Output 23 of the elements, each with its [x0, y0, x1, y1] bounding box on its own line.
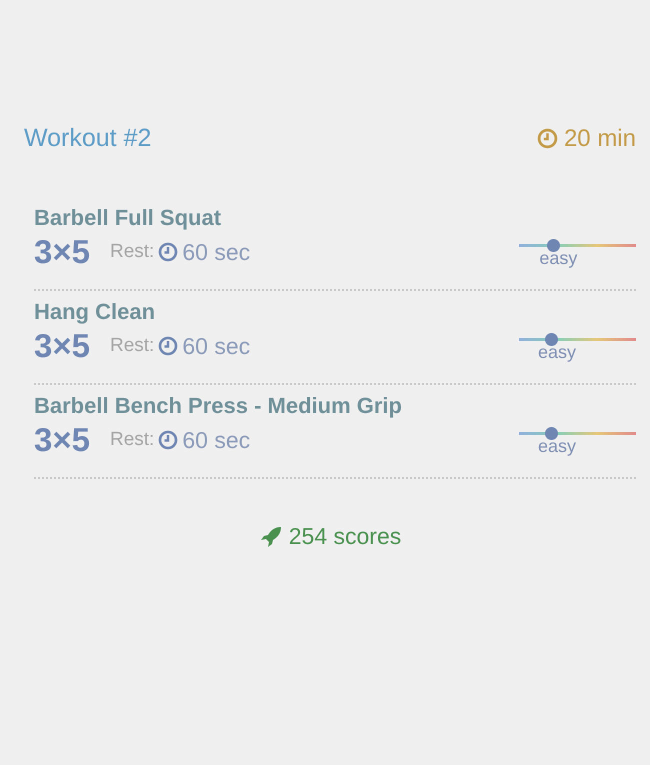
scores-text: 254 scores: [288, 523, 402, 550]
exercise-name: Hang Clean: [34, 299, 156, 325]
clock-icon: [158, 430, 178, 450]
rocket-icon: [258, 524, 283, 548]
workout-title: Workout #2: [24, 124, 152, 153]
clock-icon: [536, 128, 558, 149]
clock-icon: [158, 242, 178, 262]
clock-icon: [158, 336, 178, 356]
exercise-name: Barbell Full Squat: [34, 205, 222, 231]
difficulty-label: easy: [539, 248, 578, 269]
rest-time: 60 sec: [182, 238, 250, 266]
rest-time: 60 sec: [182, 332, 250, 360]
difficulty-label: easy: [538, 436, 577, 457]
duration-text: 20 min: [564, 124, 636, 152]
rest-label: Rest:: [110, 335, 154, 357]
exercise-name: Barbell Bench Press - Medium Grip: [34, 393, 402, 419]
rest-label: Rest:: [110, 241, 154, 263]
rest-label: Rest:: [110, 429, 154, 451]
sets-reps: 3×5: [34, 421, 90, 459]
sets-reps: 3×5: [34, 327, 90, 365]
rest-time: 60 sec: [182, 426, 250, 454]
sets-reps: 3×5: [34, 233, 90, 271]
difficulty-label: easy: [538, 342, 577, 363]
